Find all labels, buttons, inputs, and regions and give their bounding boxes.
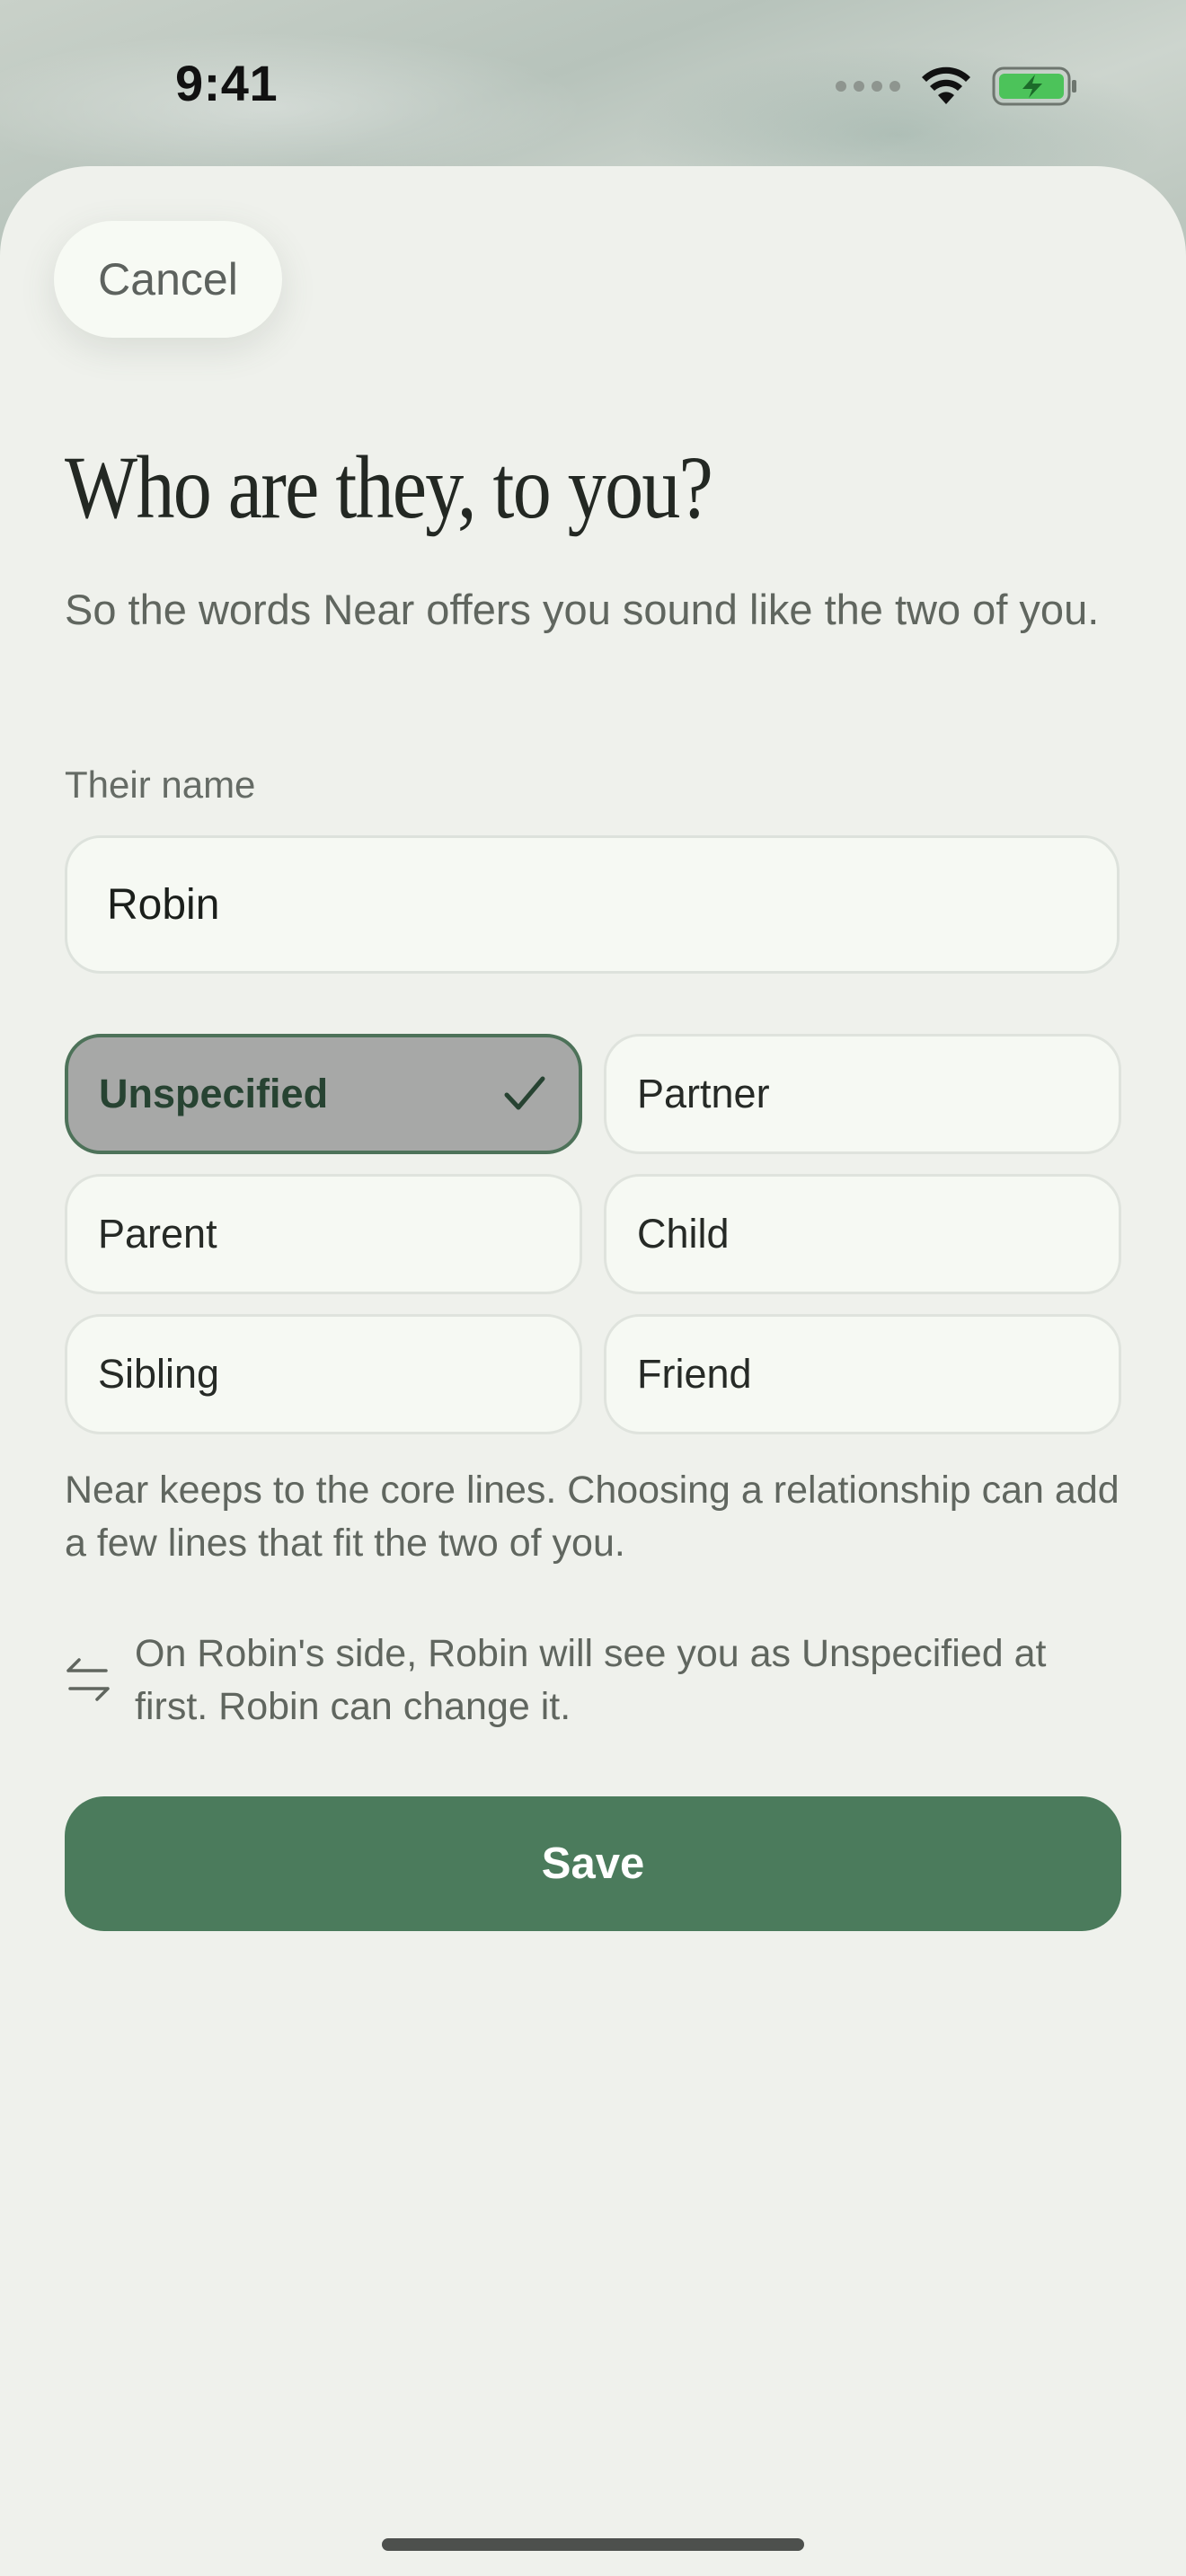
name-input[interactable] bbox=[65, 835, 1120, 974]
swap-arrows-icon bbox=[66, 1658, 110, 1701]
name-field-label: Their name bbox=[65, 763, 256, 806]
status-time: 9:41 bbox=[175, 55, 279, 111]
battery-charging-icon bbox=[992, 66, 1076, 106]
page-subtitle: So the words Near offers you sound like … bbox=[65, 586, 1100, 633]
relationship-option-unspecified[interactable]: Unspecified bbox=[65, 1034, 582, 1154]
save-button[interactable]: Save bbox=[65, 1796, 1121, 1931]
relationship-option-label: Parent bbox=[98, 1211, 217, 1257]
checkmark-icon bbox=[504, 1076, 545, 1110]
relationship-option-label: Unspecified bbox=[99, 1071, 329, 1116]
relationship-option-friend[interactable]: Friend bbox=[604, 1314, 1121, 1434]
relationship-option-label: Friend bbox=[637, 1351, 752, 1397]
sync-note: On Robin's side, Robin will see you as U… bbox=[65, 1628, 1125, 1734]
relationship-option-partner[interactable]: Partner bbox=[604, 1034, 1121, 1154]
relationship-option-label: Child bbox=[637, 1211, 730, 1257]
relationship-option-child[interactable]: Child bbox=[604, 1174, 1121, 1294]
home-indicator[interactable] bbox=[382, 2538, 804, 2551]
relationship-option-sibling[interactable]: Sibling bbox=[65, 1314, 582, 1434]
relationship-option-label: Sibling bbox=[98, 1351, 220, 1397]
wifi-icon bbox=[922, 66, 970, 104]
relationship-option-label: Partner bbox=[637, 1071, 770, 1116]
page-title: Who are they, to you? bbox=[65, 437, 713, 537]
relationship-option-parent[interactable]: Parent bbox=[65, 1174, 582, 1294]
cancel-button[interactable]: Cancel bbox=[54, 221, 282, 338]
cellular-signal-icon bbox=[836, 81, 900, 92]
relationship-help-text: Near keeps to the core lines. Choosing a… bbox=[65, 1469, 1120, 1565]
status-bar: 9:41 bbox=[0, 0, 1186, 171]
sync-note-text: On Robin's side, Robin will see you as U… bbox=[135, 1632, 1047, 1728]
status-icons bbox=[836, 65, 1078, 108]
